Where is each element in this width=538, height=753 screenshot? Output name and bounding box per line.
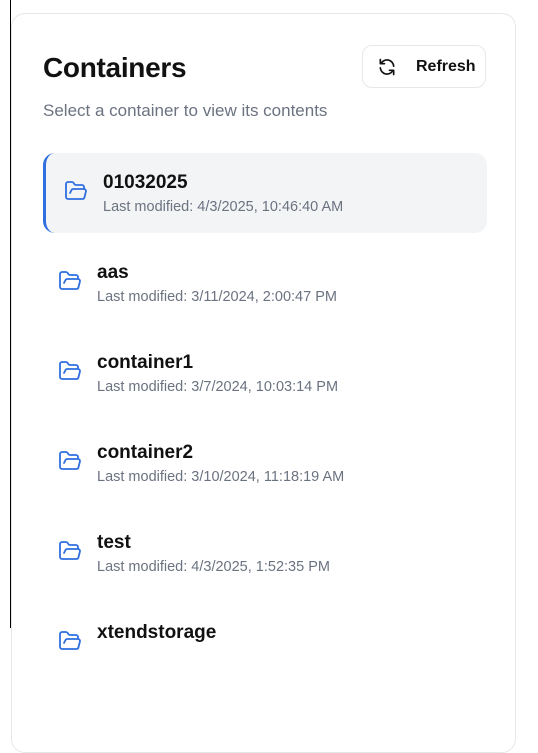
container-name: 01032025 <box>103 172 188 193</box>
refresh-button[interactable]: Refresh <box>362 45 486 88</box>
container-item-01032025[interactable]: 01032025 Last modified: 4/3/2025, 10:46:… <box>43 153 487 233</box>
container-item-aas[interactable]: aas Last modified: 3/11/2024, 2:00:47 PM <box>43 243 487 323</box>
refresh-icon <box>377 57 397 77</box>
container-name: container1 <box>97 352 194 373</box>
container-last-modified: Last modified: 3/11/2024, 2:00:47 PM <box>97 289 337 305</box>
folder-open-icon <box>57 539 83 568</box>
folder-open-icon <box>57 629 83 658</box>
container-item-container1[interactable]: container1 Last modified: 3/7/2024, 10:0… <box>43 333 487 413</box>
page-subtitle: Select a container to view its contents <box>43 101 328 120</box>
folder-open-icon <box>57 449 83 478</box>
container-item-test[interactable]: test Last modified: 4/3/2025, 1:52:35 PM <box>43 513 487 593</box>
containers-panel: Containers Select a container to view it… <box>11 13 516 753</box>
folder-open-icon <box>57 359 83 388</box>
container-last-modified: Last modified: 3/7/2024, 10:03:14 PM <box>97 379 339 395</box>
container-last-modified: Last modified: 4/3/2025, 10:46:40 AM <box>103 199 344 215</box>
page-title: Containers <box>43 52 187 83</box>
container-last-modified: Last modified: 3/10/2024, 11:18:19 AM <box>97 469 345 485</box>
container-name: container2 <box>97 442 194 463</box>
refresh-button-label: Refresh <box>416 57 476 75</box>
container-item-xtendstorage[interactable]: xtendstorage <box>43 603 487 683</box>
folder-open-icon <box>63 179 89 208</box>
container-name: aas <box>97 262 129 283</box>
container-item-container2[interactable]: container2 Last modified: 3/10/2024, 11:… <box>43 423 487 503</box>
container-last-modified: Last modified: 4/3/2025, 1:52:35 PM <box>97 559 330 575</box>
container-name: xtendstorage <box>97 622 217 643</box>
folder-open-icon <box>57 269 83 298</box>
container-name: test <box>97 532 131 553</box>
